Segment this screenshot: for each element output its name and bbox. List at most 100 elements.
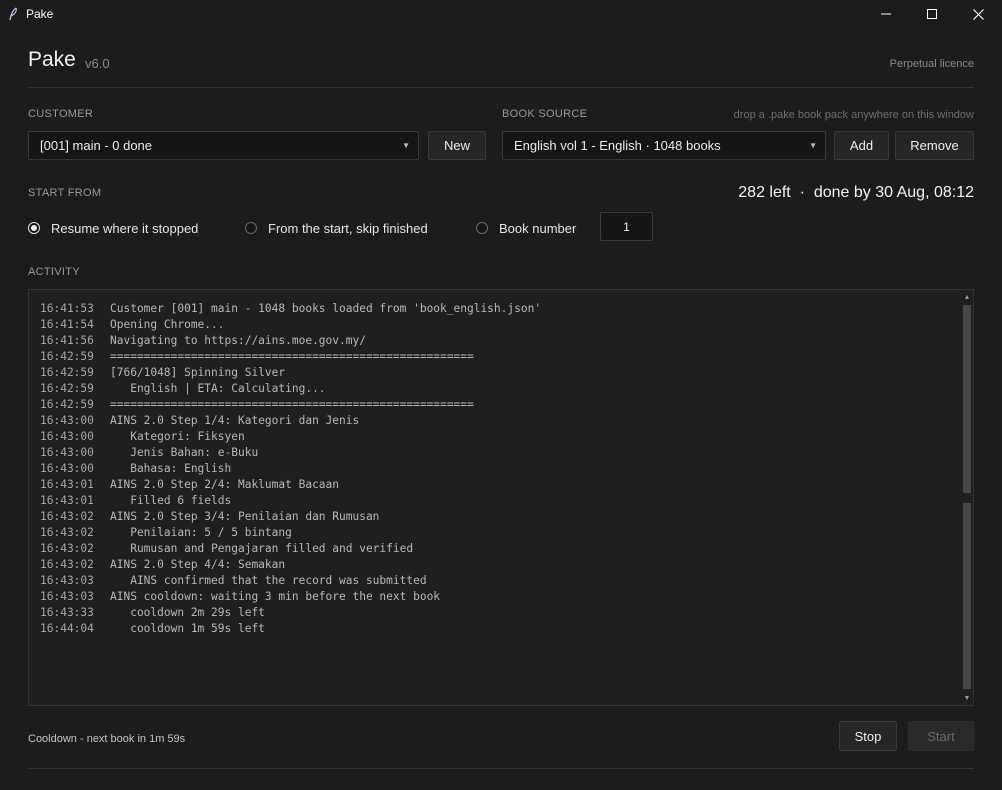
activity-log[interactable]: 16:41:53 Customer [001] main - 1048 books… — [28, 289, 974, 706]
log-line: 16:42:59 ================================… — [40, 349, 950, 365]
log-timestamp: 16:43:02 — [40, 526, 94, 539]
new-customer-button[interactable]: New — [428, 131, 486, 160]
log-timestamp: 16:43:00 — [40, 430, 94, 443]
log-message: Filled 6 fields — [110, 494, 232, 507]
eta-summary: 282 left · done by 30 Aug, 08:12 — [738, 184, 974, 201]
log-line: 16:42:59 English | ETA: Calculating... — [40, 381, 950, 397]
log-timestamp: 16:41:53 — [40, 302, 94, 315]
scroll-up-icon[interactable]: ▲ — [962, 291, 972, 303]
log-line: 16:42:59 [766/1048] Spinning Silver — [40, 365, 950, 381]
maximize-button[interactable] — [909, 0, 955, 28]
scroll-track-lower[interactable] — [963, 503, 971, 689]
scroll-down-icon[interactable]: ▼ — [962, 692, 972, 704]
radio-indicator — [245, 222, 257, 234]
radio-book-number-label: Book number — [499, 220, 577, 236]
book-source-label: BOOK SOURCE — [502, 108, 588, 120]
log-line: 16:43:00 Bahasa: English — [40, 461, 950, 477]
log-message: Customer [001] main - 1048 books loaded … — [110, 302, 542, 315]
radio-from-start-label: From the start, skip finished — [268, 220, 428, 236]
log-message: ========================================… — [110, 398, 474, 411]
book-source-select[interactable]: English vol 1 - English · 1048 books ▼ — [502, 131, 826, 160]
log-line: 16:43:02 Rumusan and Pengajaran filled a… — [40, 541, 950, 557]
log-message: ========================================… — [110, 350, 474, 363]
log-timestamp: 16:43:03 — [40, 590, 94, 603]
log-line: 16:41:53 Customer [001] main - 1048 books… — [40, 301, 950, 317]
customer-select-value: [001] main - 0 done — [40, 138, 153, 153]
log-line: 16:41:56 Navigating to https://ains.moe.g… — [40, 333, 950, 349]
remove-book-source-button[interactable]: Remove — [895, 131, 974, 160]
add-book-source-button[interactable]: Add — [834, 131, 889, 160]
chevron-down-icon: ▼ — [402, 141, 410, 150]
log-message: AINS 2.0 Step 4/4: Semakan — [110, 558, 286, 571]
status-text: Cooldown - next book in 1m 59s — [28, 733, 186, 745]
log-line: 16:42:59 ================================… — [40, 397, 950, 413]
log-timestamp: 16:43:01 — [40, 494, 94, 507]
radio-resume-label: Resume where it stopped — [51, 220, 199, 236]
log-line: 16:43:02 AINS 2.0 Step 3/4: Penilaian dan… — [40, 509, 950, 525]
log-message: Jenis Bahan: e-Buku — [110, 446, 259, 459]
licence-label: Perpetual licence — [889, 58, 974, 70]
footer-divider — [28, 768, 974, 769]
log-line: 16:44:04 cooldown 1m 59s left — [40, 621, 950, 637]
log-message: Rumusan and Pengajaran filled and verifi… — [110, 542, 414, 555]
log-message: AINS cooldown: waiting 3 min before the … — [110, 590, 441, 603]
radio-book-number[interactable]: Book number — [476, 220, 576, 236]
chevron-down-icon: ▼ — [809, 141, 817, 150]
log-message: AINS 2.0 Step 1/4: Kategori dan Jenis — [110, 414, 360, 427]
app-title: Pake — [28, 48, 76, 71]
log-timestamp: 16:43:33 — [40, 606, 94, 619]
minimize-icon — [881, 13, 891, 15]
log-timestamp: 16:43:03 — [40, 574, 94, 587]
log-timestamp: 16:43:00 — [40, 414, 94, 427]
log-message: [766/1048] Spinning Silver — [110, 366, 286, 379]
close-icon — [972, 8, 984, 20]
log-line: 16:43:02 AINS 2.0 Step 4/4: Semakan — [40, 557, 950, 573]
log-timestamp: 16:41:54 — [40, 318, 94, 331]
customer-label: CUSTOMER — [28, 108, 94, 120]
log-line: 16:43:02 Penilaian: 5 / 5 bintang — [40, 525, 950, 541]
log-line: 16:43:01 AINS 2.0 Step 2/4: Maklumat Baca… — [40, 477, 950, 493]
log-line: 16:43:03 AINS cooldown: waiting 3 min bef… — [40, 589, 950, 605]
radio-resume[interactable]: Resume where it stopped — [28, 220, 198, 236]
log-timestamp: 16:43:02 — [40, 510, 94, 523]
log-timestamp: 16:42:59 — [40, 350, 94, 363]
log-message: cooldown 2m 29s left — [110, 606, 265, 619]
radio-from-start[interactable]: From the start, skip finished — [245, 220, 428, 236]
log-timestamp: 16:43:01 — [40, 478, 94, 491]
drop-hint: drop a .pake book pack anywhere on this … — [733, 109, 974, 121]
log-timestamp: 16:42:59 — [40, 398, 94, 411]
radio-indicator — [476, 222, 488, 234]
activity-label: ACTIVITY — [28, 266, 80, 278]
feather-icon — [8, 7, 18, 21]
log-line: 16:43:00 Jenis Bahan: e-Buku — [40, 445, 950, 461]
log-message: Bahasa: English — [110, 462, 232, 475]
log-message: Opening Chrome... — [110, 318, 225, 331]
book-source-select-value: English vol 1 - English · 1048 books — [514, 138, 721, 153]
log-message: Penilaian: 5 / 5 bintang — [110, 526, 292, 539]
log-line: 16:43:00 Kategori: Fiksyen — [40, 429, 950, 445]
radio-indicator — [28, 222, 40, 234]
window-title: Pake — [26, 7, 54, 21]
start-button[interactable]: Start — [908, 721, 974, 751]
minimize-button[interactable] — [863, 0, 909, 28]
log-timestamp: 16:42:59 — [40, 366, 94, 379]
stop-button[interactable]: Stop — [839, 721, 897, 751]
log-timestamp: 16:42:59 — [40, 382, 94, 395]
log-message: AINS 2.0 Step 3/4: Penilaian dan Rumusan — [110, 510, 380, 523]
log-line: 16:43:03 AINS confirmed that the record … — [40, 573, 950, 589]
log-line: 16:41:54 Opening Chrome... — [40, 317, 950, 333]
customer-select[interactable]: [001] main - 0 done ▼ — [28, 131, 419, 160]
log-lines: 16:41:53 Customer [001] main - 1048 books… — [40, 301, 950, 637]
log-message: AINS 2.0 Step 2/4: Maklumat Bacaan — [110, 478, 340, 491]
header-divider — [28, 87, 974, 88]
log-message: English | ETA: Calculating... — [110, 382, 326, 395]
close-button[interactable] — [955, 0, 1001, 28]
book-number-input[interactable] — [600, 212, 653, 241]
scroll-thumb[interactable] — [963, 305, 971, 493]
log-timestamp: 16:43:00 — [40, 462, 94, 475]
log-timestamp: 16:44:04 — [40, 622, 94, 635]
log-scrollbar[interactable]: ▲ ▼ — [962, 291, 972, 704]
log-line: 16:43:01 Filled 6 fields — [40, 493, 950, 509]
maximize-icon — [927, 9, 937, 19]
log-timestamp: 16:43:02 — [40, 542, 94, 555]
